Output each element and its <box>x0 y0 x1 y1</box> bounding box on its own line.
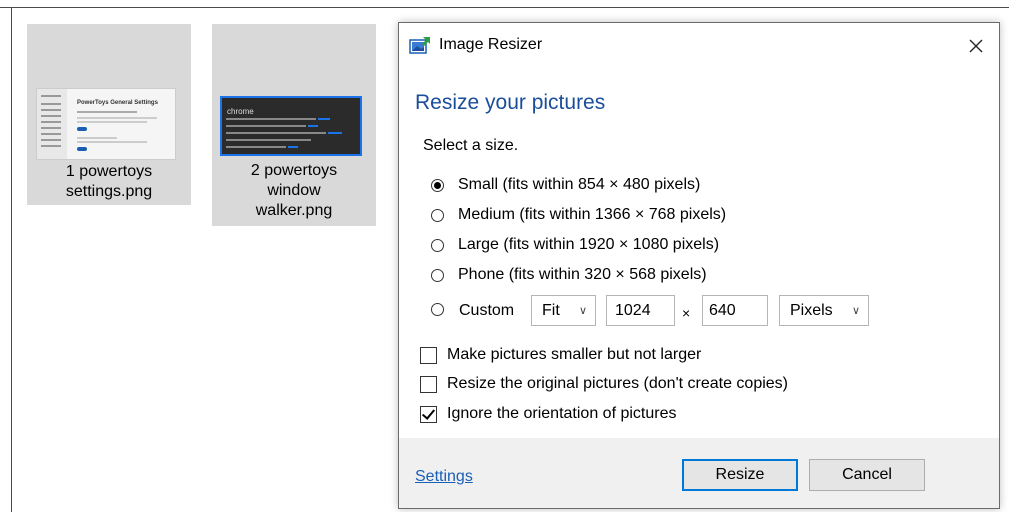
radio-button[interactable] <box>431 178 444 192</box>
dialog-title: Image Resizer <box>439 36 543 53</box>
option-label: Resize the original pictures (don't crea… <box>447 375 788 392</box>
size-option-label: Phone (fits within 320 × 568 pixels) <box>458 266 707 283</box>
file-name-line: window <box>267 182 321 199</box>
height-input[interactable]: 640 <box>702 295 768 326</box>
size-option-large[interactable]: Large (fits within 1920 × 1080 pixels) <box>431 234 719 256</box>
checkbox[interactable] <box>420 346 437 364</box>
option-shrink-only[interactable]: Make pictures smaller but not larger <box>420 344 701 366</box>
size-option-label: Large (fits within 1920 × 1080 pixels) <box>458 236 720 253</box>
unit-value: Pixels <box>790 301 833 319</box>
fit-mode-dropdown[interactable]: Fit ∨ <box>531 295 596 326</box>
size-option-small[interactable]: Small (fits within 854 × 480 pixels) <box>431 174 700 196</box>
cancel-button[interactable]: Cancel <box>809 459 925 491</box>
checkbox[interactable] <box>420 375 437 393</box>
size-option-label: Small (fits within 854 × 480 pixels) <box>458 176 701 193</box>
option-label: Ignore the orientation of pictures <box>447 405 677 422</box>
size-option-label: Medium (fits within 1366 × 768 pixels) <box>458 206 727 223</box>
option-ignore-orientation[interactable]: Ignore the orientation of pictures <box>420 403 676 425</box>
window-top-border <box>0 7 1009 8</box>
chevron-down-icon: ∨ <box>851 305 860 317</box>
close-icon <box>969 39 983 52</box>
checkbox[interactable] <box>420 405 437 423</box>
window-left-border <box>11 7 12 512</box>
dialog-footer: Settings Resize Cancel <box>399 438 999 508</box>
option-label: Make pictures smaller but not larger <box>447 346 702 363</box>
resize-button[interactable]: Resize <box>682 459 798 491</box>
file-name-line: 2 powertoys <box>250 162 338 179</box>
file-name: 1 powertoys settings.png <box>27 162 191 202</box>
title-bar[interactable]: Image Resizer <box>399 23 999 68</box>
file-name: 2 powertoys window walker.png <box>212 161 376 221</box>
thumbnail-title: PowerToys General Settings <box>77 100 158 106</box>
radio-button[interactable] <box>431 208 444 222</box>
settings-link[interactable]: Settings <box>415 468 473 486</box>
radio-button[interactable] <box>431 238 444 252</box>
option-replace-originals[interactable]: Resize the original pictures (don't crea… <box>420 373 788 395</box>
times-symbol: × <box>682 305 691 321</box>
width-input[interactable]: 1024 <box>606 295 675 326</box>
width-value: 1024 <box>615 301 651 319</box>
file-item-powertoys-settings[interactable]: PowerToys General Settings 1 powertoys s… <box>27 24 191 205</box>
dialog-heading: Resize your pictures <box>415 91 606 114</box>
chevron-down-icon: ∨ <box>578 305 587 317</box>
custom-label: Custom <box>459 302 515 319</box>
file-name-line: 1 powertoys <box>65 163 153 180</box>
close-button[interactable] <box>953 23 999 68</box>
image-resizer-dialog: Image Resizer Resize your pictures Selec… <box>398 22 1000 509</box>
unit-dropdown[interactable]: Pixels ∨ <box>779 295 869 326</box>
file-name-line: walker.png <box>255 202 333 219</box>
size-option-phone[interactable]: Phone (fits within 320 × 568 pixels) <box>431 264 707 286</box>
height-value: 640 <box>709 301 736 319</box>
file-thumbnail: PowerToys General Settings <box>36 88 176 160</box>
size-option-medium[interactable]: Medium (fits within 1366 × 768 pixels) <box>431 204 726 226</box>
radio-button[interactable] <box>431 268 444 282</box>
file-item-powertoys-window-walker[interactable]: chrome 2 powertoys window walker.png <box>212 24 376 226</box>
size-prompt: Select a size. <box>423 137 519 154</box>
fit-mode-value: Fit <box>542 301 560 319</box>
file-thumbnail: chrome <box>220 96 362 156</box>
image-resizer-app-icon <box>409 36 431 54</box>
file-name-line: settings.png <box>65 183 153 200</box>
size-option-custom-radio[interactable] <box>431 303 444 316</box>
